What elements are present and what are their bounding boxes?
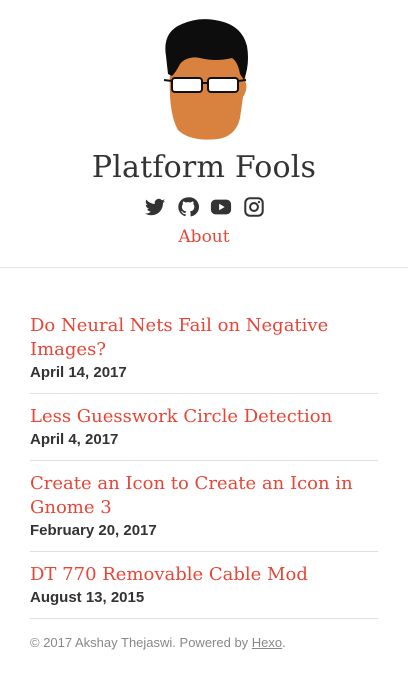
- footer-copyright: © 2017 Akshay Thejaswi. Powered by: [30, 635, 252, 650]
- site-footer: © 2017 Akshay Thejaswi. Powered by Hexo.: [0, 635, 408, 650]
- social-links: [0, 196, 408, 218]
- github-icon: [177, 197, 199, 217]
- footer-period: .: [282, 635, 286, 650]
- post-title-link[interactable]: DT 770 Removable Cable Mod: [30, 563, 378, 587]
- post-title-link[interactable]: Do Neural Nets Fail on Negative Images?: [30, 314, 378, 362]
- post-list: Do Neural Nets Fail on Negative Images? …: [0, 302, 408, 619]
- post-item: Create an Icon to Create an Icon in Gnom…: [30, 461, 378, 552]
- post-date: April 14, 2017: [30, 364, 127, 381]
- youtube-link[interactable]: [210, 196, 232, 218]
- instagram-link[interactable]: [243, 196, 265, 218]
- instagram-icon: [243, 197, 264, 217]
- site-header: Platform Fools About: [0, 18, 408, 248]
- post-item: DT 770 Removable Cable Mod August 13, 20…: [30, 552, 378, 619]
- footer-hexo-link[interactable]: Hexo: [252, 635, 282, 650]
- post-date: February 20, 2017: [30, 522, 157, 539]
- twitter-icon: [144, 198, 165, 216]
- main-nav: About: [0, 226, 408, 248]
- post-date: August 13, 2015: [30, 589, 145, 606]
- github-link[interactable]: [177, 196, 199, 218]
- youtube-icon: [210, 199, 231, 215]
- nav-about-link[interactable]: About: [178, 227, 229, 247]
- post-item: Do Neural Nets Fail on Negative Images? …: [30, 302, 378, 394]
- avatar-portrait-icon[interactable]: [156, 18, 252, 140]
- post-date: April 4, 2017: [30, 431, 119, 448]
- header-divider: [0, 267, 408, 268]
- twitter-link[interactable]: [144, 196, 166, 218]
- site-title[interactable]: Platform Fools: [0, 150, 408, 186]
- post-item: Less Guesswork Circle Detection April 4,…: [30, 394, 378, 461]
- post-title-link[interactable]: Less Guesswork Circle Detection: [30, 405, 378, 429]
- post-title-link[interactable]: Create an Icon to Create an Icon in Gnom…: [30, 472, 378, 520]
